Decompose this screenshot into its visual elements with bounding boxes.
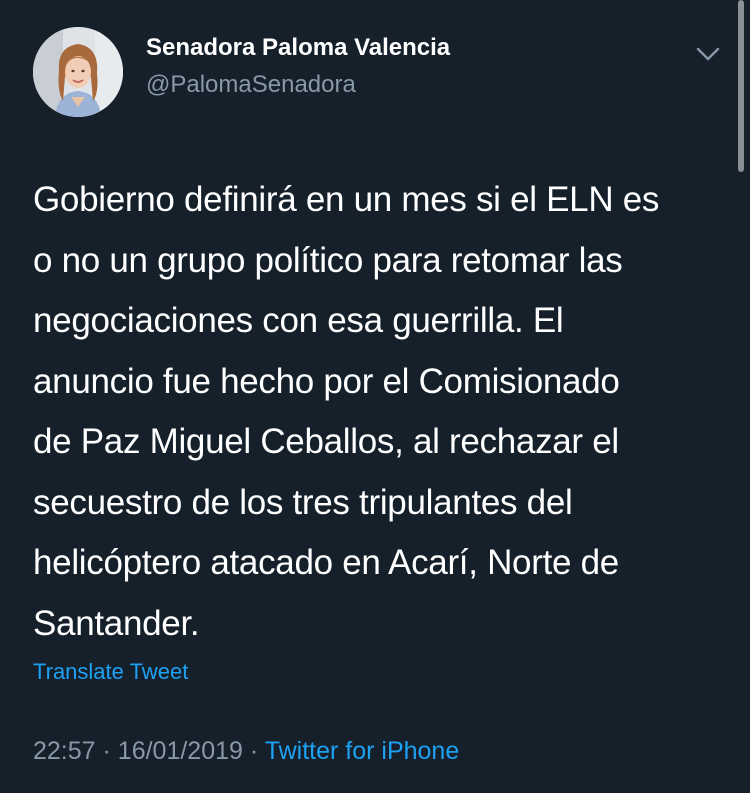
scrollbar[interactable] xyxy=(738,0,744,172)
tweet-text-line: secuestro de los tres tripulantes del xyxy=(33,482,573,522)
meta-separator: · xyxy=(102,737,111,765)
tweet-text-line: o no un grupo político para retomar las xyxy=(33,240,623,280)
profile-photo xyxy=(33,27,123,117)
chevron-down-icon[interactable] xyxy=(693,42,723,66)
tweet-text-line: de Paz Miguel Ceballos, al rechazar el xyxy=(33,422,619,461)
tweet-text-line: Gobierno definirá en un mes si el ELN es xyxy=(33,180,660,219)
avatar[interactable] xyxy=(33,27,123,117)
tweet-text: Gobierno definirá en un mes si el ELN es… xyxy=(33,170,733,654)
tweet-text-line: Santander. xyxy=(33,603,200,643)
tweet-text-line: negociaciones con esa guerrilla. El xyxy=(33,301,564,340)
tweet-text-line: anuncio fue hecho por el Comisionado xyxy=(33,361,620,401)
user-handle[interactable]: @PalomaSenadora xyxy=(146,71,356,99)
tweet-time: 22:57 xyxy=(33,737,96,765)
meta-separator: · xyxy=(249,737,259,765)
tweet-date: 16/01/2019 xyxy=(117,737,243,765)
tweet-detail-screen: Senadora Paloma Valencia @PalomaSenadora… xyxy=(0,0,750,793)
tweet-metadata: 22:57 · 16/01/2019 · Twitter for iPhone xyxy=(33,737,459,766)
tweet-source-link[interactable]: Twitter for iPhone xyxy=(265,737,460,765)
display-name[interactable]: Senadora Paloma Valencia xyxy=(146,34,450,62)
tweet-text-line: helicóptero atacado en Acarí, Norte de xyxy=(33,543,619,582)
translate-tweet-link[interactable]: Translate Tweet xyxy=(33,659,188,685)
